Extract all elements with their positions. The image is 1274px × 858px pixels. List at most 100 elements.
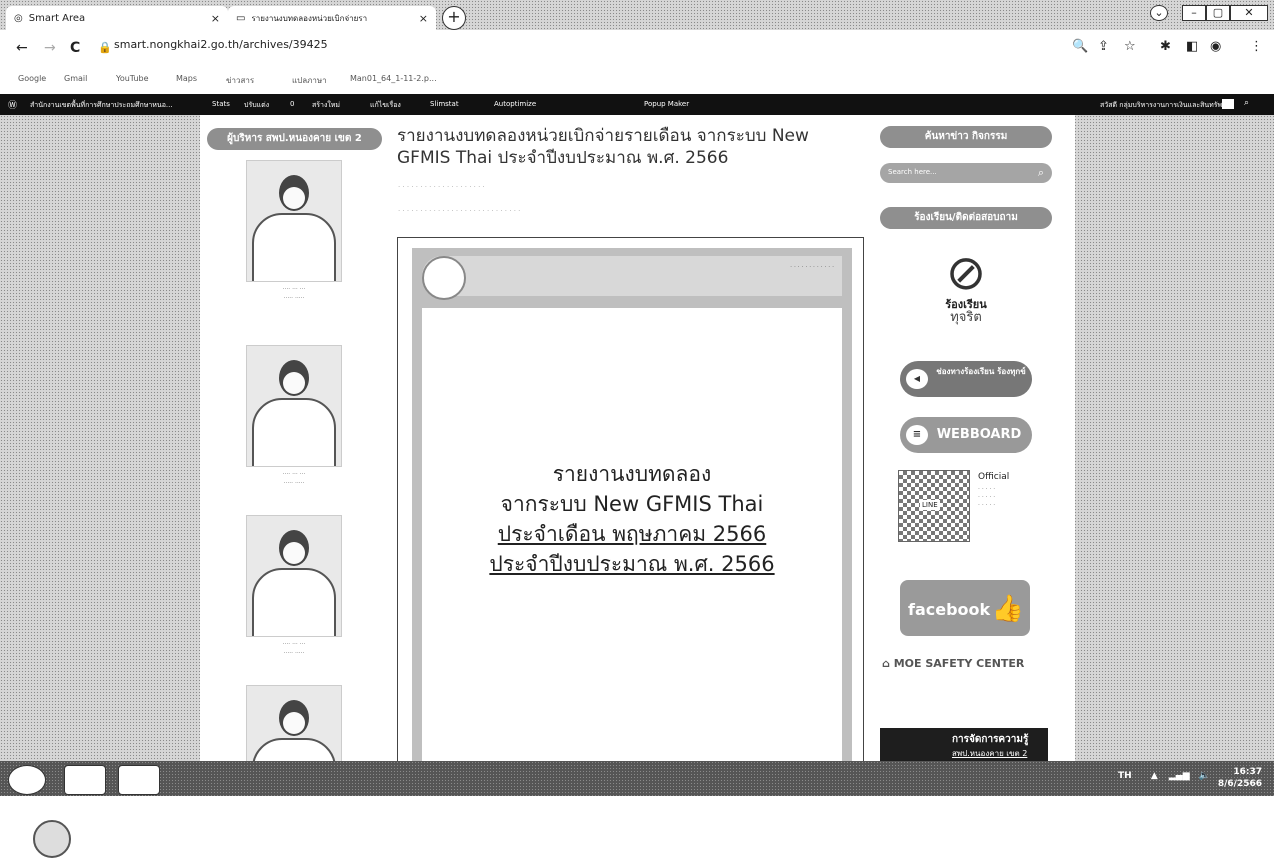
start-button[interactable] (8, 765, 46, 795)
seal-icon (422, 256, 466, 300)
search-icon[interactable]: ⌕ (1038, 166, 1044, 180)
clock[interactable]: 16:37 8/6/2566 (1218, 766, 1262, 790)
avatar[interactable] (1222, 99, 1234, 109)
document-banner: · · · · · · · · · · · · (422, 256, 842, 300)
close-icon[interactable]: × (211, 12, 220, 25)
executive-photo (246, 345, 342, 467)
forward-button[interactable]: → (44, 40, 56, 56)
menu-icon[interactable]: ⋮ (1250, 39, 1263, 54)
chat-icon: ≡ (906, 425, 928, 445)
maximize-button[interactable]: ▢ (1206, 5, 1230, 21)
close-window-button[interactable]: ✕ (1230, 5, 1268, 21)
complaint-channel-label: ช่องทางร้องเรียน ร้องทุกข์ (936, 367, 1026, 376)
executive-card: ···· ··· ··· ····· ····· (246, 345, 342, 488)
bookmark-pdf[interactable]: Man01_64_1-11-2.p... (350, 74, 437, 83)
thumbs-up-icon: 👍 (991, 594, 1024, 624)
system-tray[interactable]: TH ▲ ▂▄▆ 🔈 (1118, 771, 1210, 781)
admin-site-name[interactable]: สำนักงานเขตพื้นที่การศึกษาประถมศึกษาหนอ.… (30, 100, 173, 111)
chevron-down-icon[interactable]: ⌄ (1150, 5, 1168, 21)
volume-icon[interactable]: 🔈 (1199, 771, 1210, 781)
extensions-icon[interactable]: ✱ (1160, 39, 1171, 54)
tab-bar: ◎ Smart Area × ▭ รายงานงบทดลองหน่วยเบิกจ… (0, 0, 1274, 30)
bookmark-maps[interactable]: Maps (176, 74, 197, 83)
moe-logo-icon: ⌂ (882, 657, 890, 670)
bookmark-news[interactable]: ข่าวสาร (226, 74, 254, 87)
messenger-chat-button[interactable] (33, 820, 71, 858)
admin-comments[interactable]: 0 (290, 100, 294, 108)
document-subheading: จากระบบ New GFMIS Thai (500, 492, 764, 516)
close-icon[interactable]: × (419, 12, 428, 25)
line-label: LINE (920, 500, 940, 510)
tab-smart-area[interactable]: ◎ Smart Area × (6, 6, 228, 30)
tab-label: Smart Area (28, 12, 86, 24)
search-icon[interactable]: ⌕ (1244, 98, 1249, 108)
bookmark-translate[interactable]: แปลภาษา (292, 74, 327, 87)
executive-card: ···· ··· ··· ····· ····· (246, 160, 342, 303)
admin-edit-post[interactable]: แก้ไขเรื่อง (370, 100, 401, 111)
webboard-label: WEBBOARD (936, 427, 1022, 442)
globe-icon: ◎ (14, 12, 23, 24)
url-input[interactable]: smart.nongkhai2.go.th/archives/39425 (114, 38, 328, 51)
new-tab-button[interactable]: + (442, 6, 466, 30)
facebook-link[interactable]: facebook 👍 (900, 580, 1030, 636)
km-subtitle: สพป.หนองคาย เขต 2 (952, 749, 1028, 758)
executive-caption: ···· ··· ··· ····· ····· (282, 641, 306, 657)
clock-time: 16:37 (1233, 767, 1262, 777)
file-explorer-icon[interactable] (64, 765, 106, 795)
executive-photo (246, 685, 342, 763)
admin-greeting[interactable]: สวัสดี กลุ่มบริหารงานการเงินและสินทรัพย์ (1100, 100, 1226, 111)
bookmark-youtube[interactable]: YouTube (116, 74, 149, 83)
line-details: · · · · · · · · · · · · · · · (978, 486, 996, 509)
line-qr-block[interactable]: LINE Official · · · · · · · · · · · · · · … (898, 470, 1038, 550)
language-indicator[interactable]: TH (1118, 771, 1132, 781)
document-month: ประจำเดือน พฤษภาคม 2566 (497, 522, 767, 546)
moe-label: MOE SAFETY CENTER (893, 657, 1025, 670)
back-button[interactable]: ← (16, 40, 28, 56)
line-official-label: Official (978, 472, 1010, 482)
zoom-icon[interactable]: 🔍 (1072, 39, 1088, 54)
executive-caption: ···· ··· ··· ····· ····· (282, 286, 306, 302)
taskbar: TH ▲ ▂▄▆ 🔈 16:37 8/6/2566 (0, 761, 1274, 796)
wordpress-icon[interactable]: Ⓦ (8, 98, 17, 111)
admin-bar: Ⓦ สำนักงานเขตพื้นที่การศึกษาประถมศึกษาหน… (0, 94, 1274, 115)
executive-card (246, 685, 342, 763)
post-categories: · · · · · · · · · · · · · · · · · · · · … (398, 207, 521, 215)
star-icon[interactable]: ☆ (1124, 39, 1136, 54)
signal-icon[interactable]: ▂▄▆ (1169, 771, 1190, 781)
document-viewer[interactable]: · · · · · · · · · · · · รายงานงบทดลอง จา… (397, 237, 864, 769)
profile-icon[interactable]: ◉ (1210, 39, 1221, 54)
tray-arrow-icon[interactable]: ▲ (1151, 771, 1158, 781)
executives-heading: ผู้บริหาร สพป.หนองคาย เขต 2 (207, 128, 382, 150)
search-input[interactable]: Search here... ⌕ (880, 163, 1052, 183)
executive-caption: ···· ··· ··· ····· ····· (282, 471, 306, 487)
webboard-button[interactable]: ≡ WEBBOARD (900, 417, 1032, 453)
admin-customize[interactable]: ปรับแต่ง (244, 100, 269, 111)
tab-label: รายงานงบทดลองหน่วยเบิกจ่ายรา (251, 13, 368, 23)
document-page-container: · · · · · · · · · · · · รายงานงบทดลอง จา… (412, 248, 852, 768)
anti-corruption-link[interactable]: ⊘ ร้องเรียน ทุจริต (928, 247, 1004, 325)
moe-safety-link[interactable]: ⌂ MOE SAFETY CENTER (882, 657, 1024, 670)
banner-text: · · · · · · · · · · · · (790, 264, 834, 271)
document-fiscal-year: ประจำปีงบประมาณ พ.ศ. 2566 (489, 552, 775, 576)
sidepanel-icon[interactable]: ◧ (1186, 39, 1198, 54)
executive-photo (246, 160, 342, 282)
bookmark-gmail[interactable]: Gmail (64, 74, 87, 83)
admin-new[interactable]: สร้างใหม่ (312, 100, 340, 111)
complaint-channel-button[interactable]: ◀ ช่องทางร้องเรียน ร้องทุกข์ (900, 361, 1032, 397)
complaint-heading: ร้องเรียน/ติดต่อสอบถาม (880, 207, 1052, 229)
lock-icon: 🔒 (98, 41, 112, 54)
bookmark-google[interactable]: Google (18, 74, 46, 83)
admin-slimstat[interactable]: Slimstat (430, 100, 459, 108)
corruption-label: ทุจริต (950, 310, 982, 325)
admin-stats[interactable]: Stats (212, 100, 230, 108)
admin-autoptimize[interactable]: Autoptimize (494, 100, 536, 108)
tab-report[interactable]: ▭ รายงานงบทดลองหน่วยเบิกจ่ายรา × (228, 6, 436, 30)
site-favicon-icon: ▭ (236, 12, 246, 24)
admin-popup-maker[interactable]: Popup Maker (644, 100, 689, 108)
knowledge-management-banner[interactable]: การจัดการความรู้ สพป.หนองคาย เขต 2 (880, 728, 1048, 761)
search-placeholder: Search here... (888, 168, 937, 176)
reload-button[interactable]: C (70, 40, 80, 56)
share-icon[interactable]: ⇪ (1098, 39, 1109, 54)
chrome-icon[interactable] (118, 765, 160, 795)
minimize-button[interactable]: – (1182, 5, 1206, 21)
